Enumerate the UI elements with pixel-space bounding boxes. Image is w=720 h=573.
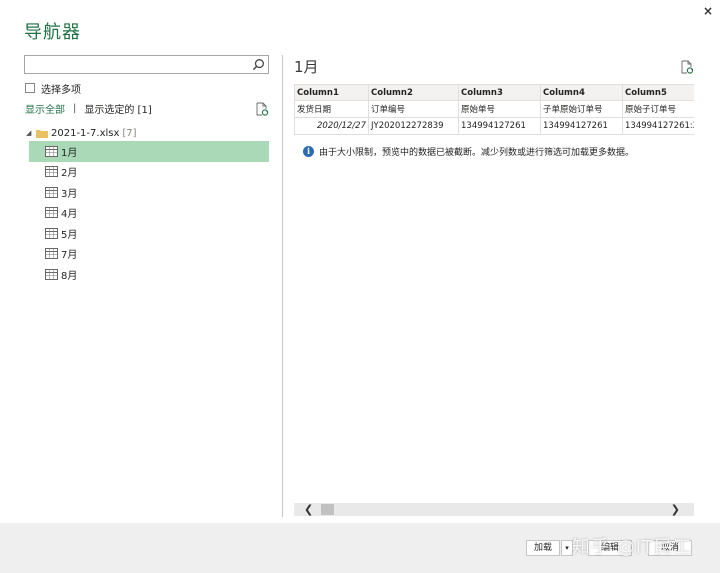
dialog-footer: 加载 ▾ 编辑 取消 知乎 @IT民工 xyxy=(0,523,720,573)
folder-icon xyxy=(36,129,48,138)
table-header-row: Column1 Column2 Column3 Column4 Column5 xyxy=(294,84,694,101)
show-selected-link[interactable]: 显示选定的 [1] xyxy=(84,101,151,116)
table-cell: 订单编号 xyxy=(368,100,459,118)
tree-root-workbook[interactable]: ◢ 2021-1-7.xlsx [7] xyxy=(26,125,269,141)
navigator-tree: ◢ 2021-1-7.xlsx [7] 1月 2月 3月 4月 5月 7月 8月 xyxy=(26,125,269,285)
column-header[interactable]: Column3 xyxy=(458,84,541,101)
table-icon xyxy=(45,166,58,178)
column-header[interactable]: Column2 xyxy=(368,84,459,101)
sheet-item[interactable]: 5月 xyxy=(29,223,269,244)
sheet-item[interactable]: 1月 xyxy=(29,141,269,162)
table-icon xyxy=(45,227,58,239)
table-cell: 原始单号 xyxy=(458,100,541,118)
table-cell: JY202012272839 xyxy=(368,117,459,135)
preview-title: 1月 xyxy=(294,58,319,76)
expand-arrow-icon[interactable]: ◢ xyxy=(26,129,36,137)
load-button[interactable]: 加载 xyxy=(526,540,560,556)
search-field[interactable] xyxy=(25,56,245,73)
load-dropdown-button[interactable]: ▾ xyxy=(561,540,573,556)
sheet-item[interactable]: 7月 xyxy=(29,244,269,265)
sheet-label: 5月 xyxy=(61,229,78,241)
preview-grid[interactable]: Column1 Column2 Column3 Column4 Column5 发货日期… xyxy=(294,84,694,136)
sheet-label: 2月 xyxy=(61,168,78,180)
dialog-title: 导航器 xyxy=(24,22,81,43)
cancel-button[interactable]: 取消 xyxy=(648,540,692,556)
sheet-list: 1月 2月 3月 4月 5月 7月 8月 xyxy=(26,141,269,285)
search-input[interactable] xyxy=(24,55,269,74)
multi-select-label: 选择多项 xyxy=(41,84,81,96)
table-row: 2020/12/27 JY202012272839 134994127261 1349… xyxy=(294,117,694,135)
table-cell: 134994127261 xyxy=(458,117,541,135)
table-cell: 原始子订单号 xyxy=(622,100,694,118)
chevron-right-icon[interactable]: ❯ xyxy=(671,503,680,516)
sheet-label: 1月 xyxy=(61,147,78,159)
table-row: 发货日期 订单编号 原始单号 子单原始订单号 原始子订单号 xyxy=(294,100,694,118)
table-cell: 2020/12/27 xyxy=(294,117,369,135)
table-icon xyxy=(45,207,58,219)
horizontal-scrollbar[interactable]: ❮ ❯ xyxy=(294,503,694,516)
edit-button[interactable]: 编辑 xyxy=(588,540,632,556)
show-all-link[interactable]: 显示全部 xyxy=(25,101,65,116)
info-icon: i xyxy=(303,146,314,157)
table-cell: 134994127261 xyxy=(540,117,623,135)
sheet-label: 3月 xyxy=(61,188,78,200)
sheet-label: 8月 xyxy=(61,270,78,282)
multi-select-toggle[interactable]: 选择多项 xyxy=(25,82,81,96)
search-icon[interactable] xyxy=(252,58,265,71)
truncation-notice: i 由于大小限制，预览中的数据已被截断。减少列数或进行筛选可加载更多数据。 xyxy=(303,145,634,158)
scrollbar-thumb[interactable] xyxy=(321,504,334,515)
table-cell: 子单原始订单号 xyxy=(540,100,623,118)
chevron-left-icon[interactable]: ❮ xyxy=(304,503,313,516)
table-icon xyxy=(45,186,58,198)
sheet-item[interactable]: 3月 xyxy=(29,182,269,203)
pane-divider xyxy=(282,55,283,517)
multi-select-checkbox[interactable] xyxy=(25,83,35,93)
close-icon[interactable]: × xyxy=(701,4,715,18)
table-cell: 发货日期 xyxy=(294,100,369,118)
table-icon xyxy=(45,145,58,157)
refresh-icon[interactable] xyxy=(255,102,269,116)
table-icon xyxy=(45,248,58,260)
workbook-count: [7] xyxy=(122,127,137,139)
column-header[interactable]: Column4 xyxy=(540,84,623,101)
column-header[interactable]: Column5 xyxy=(622,84,694,101)
sheet-item[interactable]: 8月 xyxy=(29,264,269,285)
refresh-icon[interactable] xyxy=(680,60,694,74)
preview-table: Column1 Column2 Column3 Column4 Column5 发货日期… xyxy=(294,84,694,135)
sheet-label: 7月 xyxy=(61,250,78,262)
workbook-name: 2021-1-7.xlsx xyxy=(51,127,120,139)
sheet-item[interactable]: 4月 xyxy=(29,203,269,224)
sheet-item[interactable]: 2月 xyxy=(29,162,269,183)
filter-separator: | xyxy=(73,102,77,114)
table-icon xyxy=(45,268,58,280)
table-cell: 134994127261:27 xyxy=(622,117,694,135)
column-header[interactable]: Column1 xyxy=(294,84,369,101)
notice-text: 由于大小限制，预览中的数据已被截断。减少列数或进行筛选可加载更多数据。 xyxy=(319,148,635,158)
sheet-label: 4月 xyxy=(61,209,78,221)
filter-bar: 显示全部 | 显示选定的 [1] xyxy=(25,101,152,116)
